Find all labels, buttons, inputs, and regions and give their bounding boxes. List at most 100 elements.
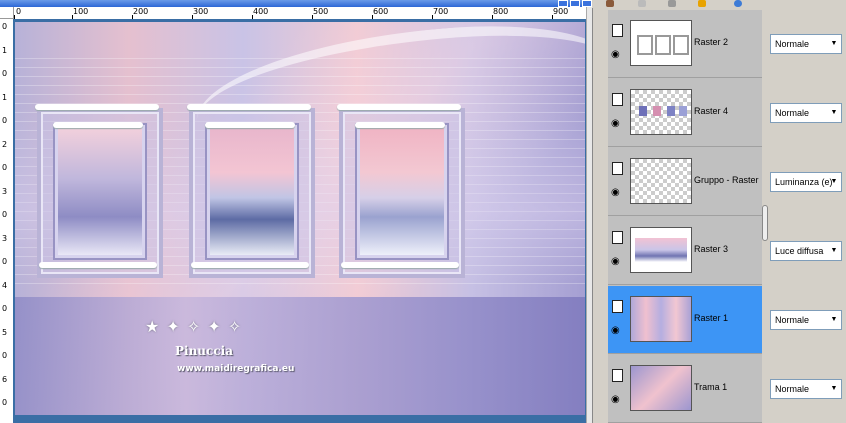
watermark-name: Pinuccia [175, 344, 233, 358]
blend-mode-dropdown[interactable]: Normale ▼ [770, 379, 842, 399]
blend-mode-value: Normale [775, 108, 810, 118]
ruler-h-label: 500 [313, 7, 329, 16]
frame-snow-1 [35, 104, 159, 110]
frame-picture-1 [55, 125, 145, 258]
frame-snow-3 [337, 104, 461, 110]
ruler-h-label: 600 [373, 7, 389, 16]
mask-icon[interactable] [668, 0, 676, 7]
ruler-v-label: 2 [2, 139, 8, 149]
document-icon[interactable] [612, 369, 623, 382]
eye-icon[interactable]: ◉ [611, 395, 624, 405]
layer-row[interactable]: ◉ Raster 2 [608, 10, 762, 78]
lock-icon[interactable] [698, 0, 706, 7]
maximize-button[interactable] [570, 0, 580, 7]
ruler-v-label: 3 [2, 186, 8, 196]
thumb-frame [637, 35, 653, 55]
document-icon[interactable] [612, 300, 623, 313]
layer-thumbnail[interactable] [630, 20, 692, 66]
layer-row[interactable]: ◉ Trama 1 [608, 355, 762, 423]
ruler-h-label: 300 [193, 7, 209, 16]
blend-mode-dropdown[interactable]: Luce diffusa ▼ [770, 241, 842, 261]
ruler-v-label: 0 [2, 69, 8, 78]
layer-thumbnail[interactable] [630, 89, 692, 135]
document-icon[interactable] [612, 93, 623, 106]
frame-picture-2 [207, 125, 297, 258]
close-button[interactable] [582, 0, 592, 7]
document-icon[interactable] [612, 162, 623, 175]
minimize-button[interactable] [558, 0, 568, 7]
ruler-v-label: 0 [2, 116, 8, 125]
thumb-frame [679, 106, 687, 116]
thumb-frame [639, 106, 647, 116]
ruler-v-label: 1 [2, 45, 8, 55]
duplicate-layer-icon[interactable] [638, 0, 646, 7]
blend-mode-value: Normale [775, 39, 810, 49]
layer-name: Raster 3 [694, 244, 729, 254]
layer-row[interactable]: ◉ Raster 3 [608, 217, 762, 285]
thumb-frame [667, 106, 675, 116]
frame-snow-3c [341, 262, 459, 268]
frame-snow-2b [205, 122, 295, 128]
blend-mode-value: Luminanza (e) [775, 177, 833, 187]
ruler-v-label: 0 [2, 22, 8, 31]
lower-texture [15, 297, 585, 415]
blend-mode-dropdown[interactable]: Normale ▼ [770, 103, 842, 123]
ruler-v-label: 3 [2, 233, 8, 243]
ruler-v-label: 6 [2, 374, 8, 384]
layer-row[interactable]: ◉ Raster 4 [608, 79, 762, 147]
chevron-down-icon[interactable]: ▼ [829, 383, 839, 395]
ruler-v-label: 1 [2, 92, 8, 102]
thumb-frame [673, 35, 689, 55]
ruler-h-label: 100 [73, 7, 89, 16]
ruler-h-label: 200 [133, 7, 149, 16]
layer-thumbnail[interactable] [630, 296, 692, 342]
eye-icon[interactable]: ◉ [611, 119, 624, 129]
vertical-ruler: 0 1 0 1 0 2 0 3 0 3 0 4 0 5 0 6 0 [0, 19, 14, 423]
blend-mode-value: Normale [775, 315, 810, 325]
layer-name: Raster 4 [694, 106, 729, 116]
frame-snow-2 [187, 104, 311, 110]
layer-name: Gruppo - Raster [694, 175, 759, 185]
watermark-stars-icon: ★ ✦ ✧ ✦ ✧ [145, 317, 243, 336]
eye-icon[interactable]: ◉ [611, 188, 624, 198]
eye-icon[interactable]: ◉ [611, 326, 624, 336]
frame-snow-3b [355, 122, 445, 128]
panel-splitter-handle[interactable] [762, 205, 768, 241]
frame-snow-1c [39, 262, 157, 268]
canvas-title-bar[interactable] [0, 0, 592, 7]
layer-row[interactable]: ◉ Raster 1 [608, 286, 762, 354]
eye-icon[interactable]: ◉ [611, 50, 624, 60]
ruler-v-label: 0 [2, 163, 8, 172]
ruler-v-label: 5 [2, 327, 8, 337]
delete-layer-icon[interactable] [734, 0, 742, 7]
chevron-down-icon[interactable]: ▼ [829, 107, 839, 119]
ruler-h-label: 0 [16, 7, 22, 16]
ruler-corner [0, 7, 14, 19]
document-icon[interactable] [612, 231, 623, 244]
layers-toolbar [592, 0, 846, 8]
layer-thumbnail[interactable] [630, 158, 692, 204]
thumb-frame [655, 35, 671, 55]
thumb-scene [635, 238, 687, 262]
new-layer-icon[interactable] [606, 0, 614, 7]
layer-name: Raster 1 [694, 313, 729, 323]
document-icon[interactable] [612, 24, 623, 37]
chevron-down-icon[interactable]: ▼ [829, 38, 839, 50]
chevron-down-icon[interactable]: ▼ [829, 245, 839, 257]
blend-mode-dropdown[interactable]: Normale ▼ [770, 34, 842, 54]
ruler-v-label: 0 [2, 210, 8, 219]
blend-mode-dropdown[interactable]: Normale ▼ [770, 310, 842, 330]
ruler-h-label: 400 [253, 7, 269, 16]
blend-mode-dropdown[interactable]: Luminanza (e) ▼ [770, 172, 842, 192]
layer-thumbnail[interactable] [630, 365, 692, 411]
chevron-down-icon[interactable]: ▼ [829, 176, 839, 188]
ruler-v-label: 0 [2, 304, 8, 313]
blend-mode-value: Normale [775, 384, 810, 394]
chevron-down-icon[interactable]: ▼ [829, 314, 839, 326]
ruler-h-label: 700 [433, 7, 449, 16]
canvas-image[interactable]: ★ ✦ ✧ ✦ ✧ Pinuccia www.maidiregrafica.eu [15, 22, 585, 415]
eye-icon[interactable]: ◉ [611, 257, 624, 267]
layer-thumbnail[interactable] [630, 227, 692, 273]
layer-row[interactable]: ◉ Gruppo - Raster [608, 148, 762, 216]
ruler-v-label: 0 [2, 257, 8, 266]
